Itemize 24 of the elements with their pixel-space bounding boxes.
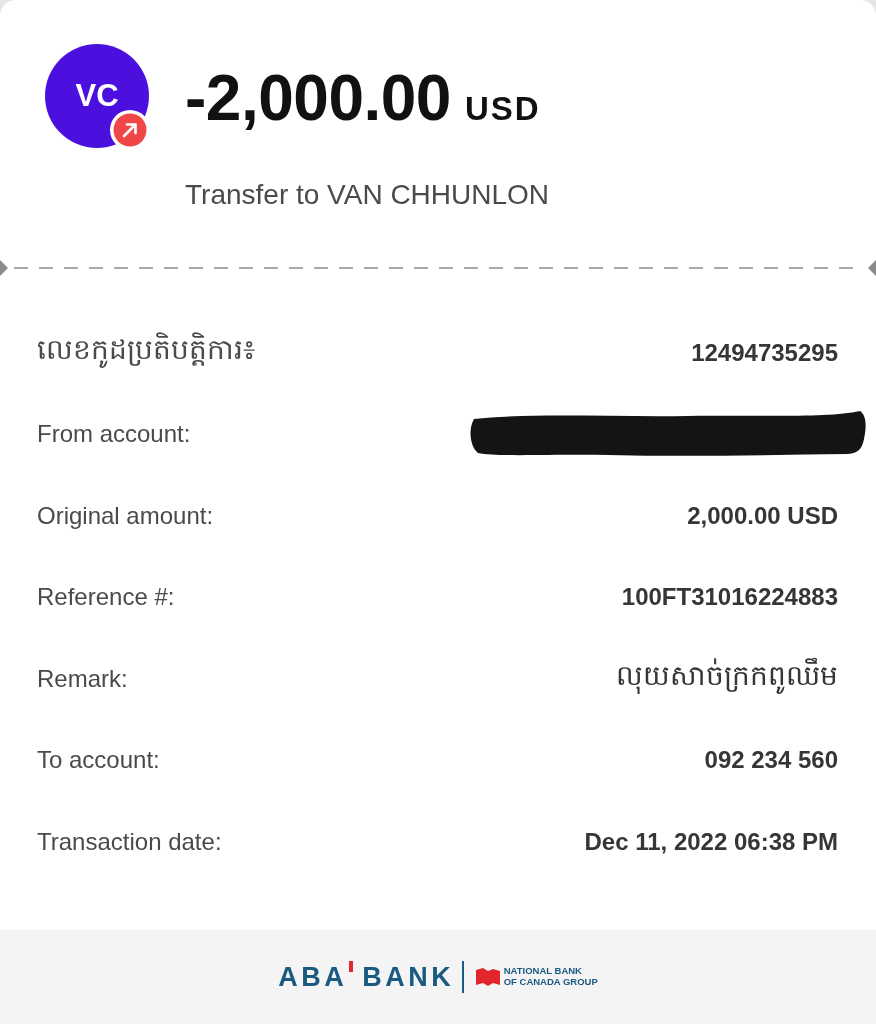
currency: USD bbox=[464, 89, 541, 128]
notch-icon bbox=[868, 260, 876, 276]
detail-value: Dec 11, 2022 06:38 PM bbox=[584, 827, 838, 856]
detail-label: From account: bbox=[37, 420, 191, 449]
detail-value: 092 234 560 bbox=[704, 746, 838, 775]
detail-label: លេខកូដប្រតិបត្តិការ៖ bbox=[37, 332, 255, 370]
detail-label: Reference #: bbox=[37, 583, 175, 612]
detail-label: Transaction date: bbox=[37, 827, 222, 856]
flag-icon bbox=[475, 968, 500, 986]
notch-icon bbox=[0, 260, 8, 276]
detail-label: Remark: bbox=[37, 664, 128, 693]
detail-label: To account: bbox=[37, 746, 160, 775]
transfer-description: Transfer to VAN CHHUNLON bbox=[185, 178, 550, 212]
detail-value: 12494735295 bbox=[691, 338, 838, 367]
detail-label: Original amount: bbox=[37, 501, 214, 530]
amount: -2,000.00 bbox=[185, 62, 451, 134]
detail-value: 2,000.00 USD bbox=[687, 501, 838, 530]
detail-value: 100FT31016224883 bbox=[621, 583, 838, 612]
brand-name: BANK bbox=[362, 963, 455, 991]
tick-mark-icon bbox=[349, 961, 354, 972]
partner-name: NATIONAL BANK OF CANADA GROUP bbox=[503, 966, 598, 988]
detail-value: លុយសាច់ក្រកពូឈឹម bbox=[616, 658, 838, 700]
arrow-up-right-icon bbox=[110, 110, 150, 150]
brand-name: ABA bbox=[278, 963, 348, 991]
